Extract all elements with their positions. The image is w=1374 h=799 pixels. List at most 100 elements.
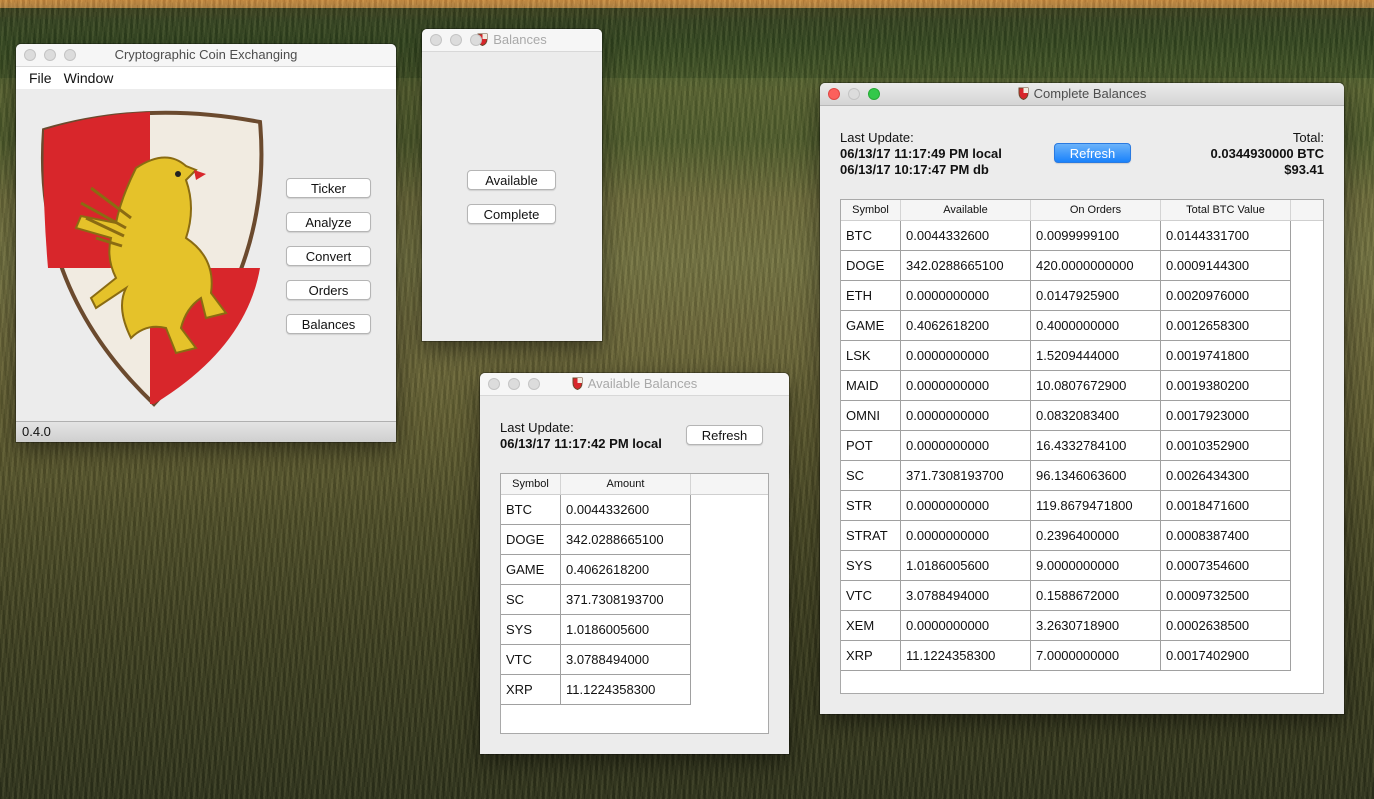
symbol-cell[interactable]: ETH (841, 281, 901, 311)
column-header-total-btc-value[interactable]: Total BTC Value (1161, 200, 1291, 220)
value-cell[interactable]: 0.0000000000 (901, 401, 1031, 431)
zoom-window-button[interactable] (868, 88, 880, 100)
value-cell[interactable]: 342.0288665100 (561, 525, 691, 555)
value-cell[interactable]: 0.0026434300 (1161, 461, 1291, 491)
value-cell[interactable]: 0.0010352900 (1161, 431, 1291, 461)
value-cell[interactable]: 0.0044332600 (561, 495, 691, 525)
value-cell[interactable]: 342.0288665100 (901, 251, 1031, 281)
value-cell[interactable]: 0.0000000000 (901, 431, 1031, 461)
value-cell[interactable]: 371.7308193700 (561, 585, 691, 615)
table-row[interactable]: DOGE 342.0288665100 (501, 525, 768, 555)
value-cell[interactable]: 0.0008387400 (1161, 521, 1291, 551)
symbol-cell[interactable]: POT (841, 431, 901, 461)
symbol-cell[interactable]: SC (841, 461, 901, 491)
minimize-window-button[interactable] (44, 49, 56, 61)
value-cell[interactable]: 10.0807672900 (1031, 371, 1161, 401)
table-row[interactable]: SYS 1.0186005600 (501, 615, 768, 645)
value-cell[interactable]: 0.0000000000 (901, 611, 1031, 641)
complete-window-titlebar[interactable]: Complete Balances (820, 83, 1344, 106)
value-cell[interactable]: 0.0018471600 (1161, 491, 1291, 521)
table-row[interactable]: MAID 0.0000000000 10.0807672900 0.001938020… (841, 371, 1323, 401)
minimize-window-button[interactable] (450, 34, 462, 46)
symbol-cell[interactable]: STR (841, 491, 901, 521)
value-cell[interactable]: 0.2396400000 (1031, 521, 1161, 551)
value-cell[interactable]: 0.0012658300 (1161, 311, 1291, 341)
value-cell[interactable]: 7.0000000000 (1031, 641, 1161, 671)
value-cell[interactable]: 420.0000000000 (1031, 251, 1161, 281)
value-cell[interactable]: 371.7308193700 (901, 461, 1031, 491)
symbol-cell[interactable]: XRP (501, 675, 561, 705)
minimize-window-button[interactable] (848, 88, 860, 100)
zoom-window-button[interactable] (528, 378, 540, 390)
close-window-button[interactable] (24, 49, 36, 61)
value-cell[interactable]: 11.1224358300 (561, 675, 691, 705)
table-row[interactable]: ETH 0.0000000000 0.0147925900 0.0020976000 (841, 281, 1323, 311)
available-button[interactable]: Available (467, 170, 556, 190)
table-row[interactable]: OMNI 0.0000000000 0.0832083400 0.0017923000 (841, 401, 1323, 431)
value-cell[interactable]: 0.4062618200 (561, 555, 691, 585)
value-cell[interactable]: 1.0186005600 (561, 615, 691, 645)
zoom-window-button[interactable] (470, 34, 482, 46)
value-cell[interactable]: 0.1588672000 (1031, 581, 1161, 611)
value-cell[interactable]: 0.0000000000 (901, 281, 1031, 311)
value-cell[interactable]: 0.0020976000 (1161, 281, 1291, 311)
menu-file[interactable]: File (29, 67, 52, 89)
convert-button[interactable]: Convert (286, 246, 371, 266)
symbol-cell[interactable]: XRP (841, 641, 901, 671)
value-cell[interactable]: 0.0044332600 (901, 221, 1031, 251)
table-row[interactable]: XRP 11.1224358300 (501, 675, 768, 705)
menu-window[interactable]: Window (64, 67, 114, 89)
value-cell[interactable]: 1.5209444000 (1031, 341, 1161, 371)
value-cell[interactable]: 0.0009144300 (1161, 251, 1291, 281)
zoom-window-button[interactable] (64, 49, 76, 61)
value-cell[interactable]: 0.0017402900 (1161, 641, 1291, 671)
symbol-cell[interactable]: SC (501, 585, 561, 615)
complete-button[interactable]: Complete (467, 204, 556, 224)
value-cell[interactable]: 0.0000000000 (901, 371, 1031, 401)
ticker-button[interactable]: Ticker (286, 178, 371, 198)
column-header-symbol[interactable]: Symbol (501, 474, 561, 494)
value-cell[interactable]: 0.0019380200 (1161, 371, 1291, 401)
symbol-cell[interactable]: DOGE (841, 251, 901, 281)
symbol-cell[interactable]: XEM (841, 611, 901, 641)
table-row[interactable]: LSK 0.0000000000 1.5209444000 0.0019741800 (841, 341, 1323, 371)
symbol-cell[interactable]: DOGE (501, 525, 561, 555)
value-cell[interactable]: 0.0000000000 (901, 491, 1031, 521)
symbol-cell[interactable]: GAME (501, 555, 561, 585)
table-row[interactable]: GAME 0.4062618200 (501, 555, 768, 585)
column-header-available[interactable]: Available (901, 200, 1031, 220)
value-cell[interactable]: 0.0017923000 (1161, 401, 1291, 431)
table-row[interactable]: STRAT 0.0000000000 0.2396400000 0.000838740… (841, 521, 1323, 551)
close-window-button[interactable] (488, 378, 500, 390)
minimize-window-button[interactable] (508, 378, 520, 390)
symbol-cell[interactable]: SYS (841, 551, 901, 581)
value-cell[interactable]: 11.1224358300 (901, 641, 1031, 671)
table-row[interactable]: BTC 0.0044332600 (501, 495, 768, 525)
value-cell[interactable]: 0.0832083400 (1031, 401, 1161, 431)
value-cell[interactable]: 0.4062618200 (901, 311, 1031, 341)
value-cell[interactable]: 0.0007354600 (1161, 551, 1291, 581)
value-cell[interactable]: 0.0144331700 (1161, 221, 1291, 251)
available-balances-table[interactable]: Symbol Amount BTC 0.0044332600 DOGE 342.028… (500, 473, 769, 734)
table-row[interactable]: VTC 3.0788494000 0.1588672000 0.0009732500 (841, 581, 1323, 611)
close-window-button[interactable] (430, 34, 442, 46)
analyze-button[interactable]: Analyze (286, 212, 371, 232)
available-window-titlebar[interactable]: Available Balances (480, 373, 789, 396)
value-cell[interactable]: 0.0019741800 (1161, 341, 1291, 371)
value-cell[interactable]: 0.0147925900 (1031, 281, 1161, 311)
table-row[interactable]: BTC 0.0044332600 0.0099999100 0.0144331700 (841, 221, 1323, 251)
table-row[interactable]: POT 0.0000000000 16.4332784100 0.0010352900 (841, 431, 1323, 461)
orders-button[interactable]: Orders (286, 280, 371, 300)
value-cell[interactable]: 96.1346063600 (1031, 461, 1161, 491)
balances-window-titlebar[interactable]: Balances (422, 29, 602, 52)
value-cell[interactable]: 0.0099999100 (1031, 221, 1161, 251)
value-cell[interactable]: 3.0788494000 (901, 581, 1031, 611)
value-cell[interactable]: 0.0000000000 (901, 521, 1031, 551)
symbol-cell[interactable]: GAME (841, 311, 901, 341)
table-row[interactable]: DOGE 342.0288665100 420.0000000000 0.000914… (841, 251, 1323, 281)
value-cell[interactable]: 1.0186005600 (901, 551, 1031, 581)
value-cell[interactable]: 9.0000000000 (1031, 551, 1161, 581)
value-cell[interactable]: 3.2630718900 (1031, 611, 1161, 641)
table-row[interactable]: SYS 1.0186005600 9.0000000000 0.0007354600 (841, 551, 1323, 581)
main-window-titlebar[interactable]: Cryptographic Coin Exchanging (16, 44, 396, 67)
